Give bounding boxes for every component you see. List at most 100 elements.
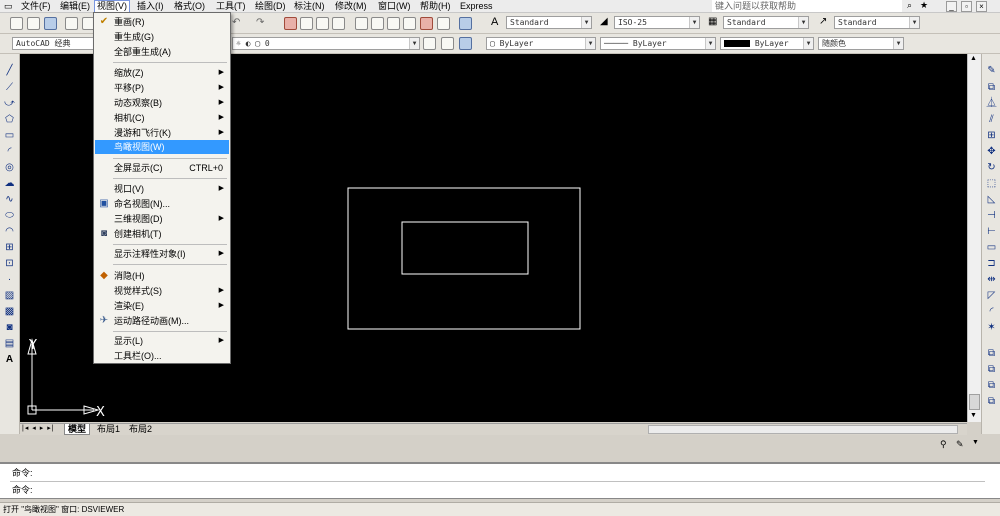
hatch-icon[interactable]: ▨ — [3, 289, 16, 302]
scroll-down-icon[interactable]: ▼ — [970, 412, 977, 419]
lineweight-combo[interactable]: ByLayer ▼ — [720, 37, 814, 50]
menu-item-camera[interactable]: 相机(C) ▶ — [95, 111, 229, 125]
region-icon[interactable]: ◙ — [3, 321, 16, 334]
mirror-icon[interactable]: ⏅ — [985, 97, 998, 110]
line-icon[interactable]: ╱ — [3, 64, 16, 77]
tray-arrow-icon[interactable]: ▼ — [972, 439, 979, 446]
ellipse-icon[interactable]: ⬭ — [3, 209, 16, 222]
break-at-point-icon[interactable]: ▭ — [985, 241, 998, 254]
tab-scroll-arrows[interactable]: |◂ ◂ ▸ ▸| — [22, 424, 55, 432]
array-icon[interactable]: ⊞ — [985, 129, 998, 142]
annotation-visibility-icon[interactable]: ⚲ — [940, 439, 947, 450]
tool-palettes-icon[interactable] — [387, 17, 400, 30]
menu-modify[interactable]: 修改(M) — [333, 0, 369, 13]
copy-icon[interactable]: ⧉ — [985, 81, 998, 94]
rotate-icon[interactable]: ↻ — [985, 161, 998, 174]
menu-item-display[interactable]: 显示(L) ▶ — [95, 334, 229, 348]
vscroll-thumb[interactable] — [969, 394, 980, 410]
explode-icon[interactable]: ✶ — [985, 321, 998, 334]
erase-icon[interactable]: ✎ — [985, 64, 998, 77]
table-icon[interactable]: ▤ — [3, 337, 16, 350]
menu-item-aerial-view[interactable]: 鸟瞰视图(W) — [95, 140, 229, 154]
layer-previous-icon[interactable] — [459, 37, 472, 50]
command-input[interactable]: 命令: — [12, 483, 982, 497]
print-icon[interactable] — [65, 17, 78, 30]
rectangle-icon[interactable]: ▭ — [3, 129, 16, 142]
help-search-input[interactable]: 键入问题以获取帮助 — [712, 0, 902, 12]
layer-properties-icon[interactable] — [423, 37, 436, 50]
menu-express[interactable]: Express — [458, 0, 495, 13]
vertical-scrollbar[interactable]: ▲ ▼ — [967, 54, 981, 422]
menu-item-motion-path[interactable]: ✈ 运动路径动画(M)... — [95, 314, 229, 328]
menu-item-visual-styles[interactable]: 视觉样式(S) ▶ — [95, 284, 229, 298]
sheet-set-icon[interactable] — [403, 17, 416, 30]
menu-item-viewports[interactable]: 视口(V) ▶ — [95, 182, 229, 196]
app-icon[interactable]: ▭ — [2, 0, 13, 13]
design-center-icon[interactable] — [371, 17, 384, 30]
move-icon[interactable]: ✥ — [985, 145, 998, 158]
menu-item-toolbars[interactable]: 工具栏(O)... — [95, 349, 229, 363]
menu-item-named-views[interactable]: ▣ 命名视图(N)... — [95, 197, 229, 211]
break-icon[interactable]: ⊐ — [985, 257, 998, 270]
scale-icon[interactable]: ⬚ — [985, 177, 998, 190]
text-style-combo[interactable]: Standard ▼ — [506, 16, 592, 29]
trim-icon[interactable]: ⊣ — [985, 209, 998, 222]
save-icon[interactable] — [44, 17, 57, 30]
polyline-icon[interactable]: ⤻ — [3, 97, 16, 110]
tab-model[interactable]: 模型 — [64, 424, 91, 435]
restore-icon[interactable]: ▫ — [961, 1, 972, 12]
fillet-icon[interactable]: ◜ — [985, 305, 998, 318]
offset-icon[interactable]: ⫽ — [985, 113, 998, 126]
spline-icon[interactable]: ∿ — [3, 193, 16, 206]
menu-edit[interactable]: 编辑(E) — [58, 0, 92, 13]
menu-item-regen[interactable]: 重生成(G) — [95, 30, 229, 44]
polygon-icon[interactable]: ⬠ — [3, 113, 16, 126]
ellipse-arc-icon[interactable]: ◠ — [3, 225, 16, 238]
menu-window[interactable]: 窗口(W) — [376, 0, 413, 13]
minimize-icon[interactable]: _ — [946, 1, 957, 12]
workspace-combo[interactable]: AutoCAD 经典 — [12, 37, 94, 50]
menu-dimension[interactable]: 标注(N) — [292, 0, 327, 13]
tab-layout1[interactable]: 布局1 — [94, 424, 123, 435]
pan-realtime-icon[interactable] — [284, 17, 297, 30]
undo-icon[interactable]: ↶ — [232, 17, 240, 28]
layer-combo[interactable]: ☼ ◐ ▢ 0 ▼ — [232, 37, 420, 50]
join-icon[interactable]: ⇹ — [985, 273, 998, 286]
menu-draw[interactable]: 绘图(D) — [253, 0, 288, 13]
help-icon[interactable] — [459, 17, 472, 30]
chamfer-icon[interactable]: ◸ — [985, 289, 998, 302]
plotstyle-combo[interactable]: 随颜色 ▼ — [818, 37, 904, 50]
calculator-icon[interactable] — [437, 17, 450, 30]
multiline-text-icon[interactable]: A — [3, 353, 16, 366]
new-icon[interactable] — [10, 17, 23, 30]
menu-item-create-camera[interactable]: ◙ 创建相机(T) — [95, 227, 229, 241]
menu-item-3d-views[interactable]: 三维视图(D) ▶ — [95, 212, 229, 226]
markup-icon[interactable] — [420, 17, 433, 30]
menu-item-hide[interactable]: ◆ 消隐(H) — [95, 269, 229, 283]
zoom-realtime-icon[interactable] — [300, 17, 313, 30]
menu-item-render[interactable]: 渲染(E) ▶ — [95, 299, 229, 313]
menu-item-pan[interactable]: 平移(P) ▶ — [95, 81, 229, 95]
close-icon[interactable]: × — [976, 1, 987, 12]
menu-help[interactable]: 帮助(H) — [418, 0, 453, 13]
construction-line-icon[interactable]: ⟋ — [3, 81, 16, 94]
arc-icon[interactable]: ◜ — [3, 145, 16, 158]
menu-file[interactable]: 文件(F) — [19, 0, 53, 13]
draworder-above-icon[interactable]: ⧉ — [985, 379, 998, 392]
make-current-icon[interactable] — [441, 37, 454, 50]
zoom-window-icon[interactable] — [316, 17, 329, 30]
menu-item-redraw[interactable]: ✔ 重画(R) — [95, 15, 229, 29]
color-combo[interactable]: ▢ ByLayer ▼ — [486, 37, 596, 50]
insert-block-icon[interactable]: ⊞ — [3, 241, 16, 254]
menu-item-zoom[interactable]: 缩放(Z) ▶ — [95, 66, 229, 80]
properties-icon[interactable] — [355, 17, 368, 30]
stretch-icon[interactable]: ◺ — [985, 193, 998, 206]
linetype-combo[interactable]: ───── ByLayer ▼ — [600, 37, 716, 50]
gradient-icon[interactable]: ▩ — [3, 305, 16, 318]
menu-item-annotation-objects[interactable]: 显示注释性对象(I) ▶ — [95, 247, 229, 261]
horizontal-scrollbar[interactable] — [648, 425, 958, 434]
draworder-front-icon[interactable]: ⧉ — [985, 347, 998, 360]
draworder-under-icon[interactable]: ⧉ — [985, 395, 998, 408]
tab-layout2[interactable]: 布局2 — [126, 424, 155, 435]
menu-item-walk-fly[interactable]: 漫游和飞行(K) ▶ — [95, 126, 229, 140]
